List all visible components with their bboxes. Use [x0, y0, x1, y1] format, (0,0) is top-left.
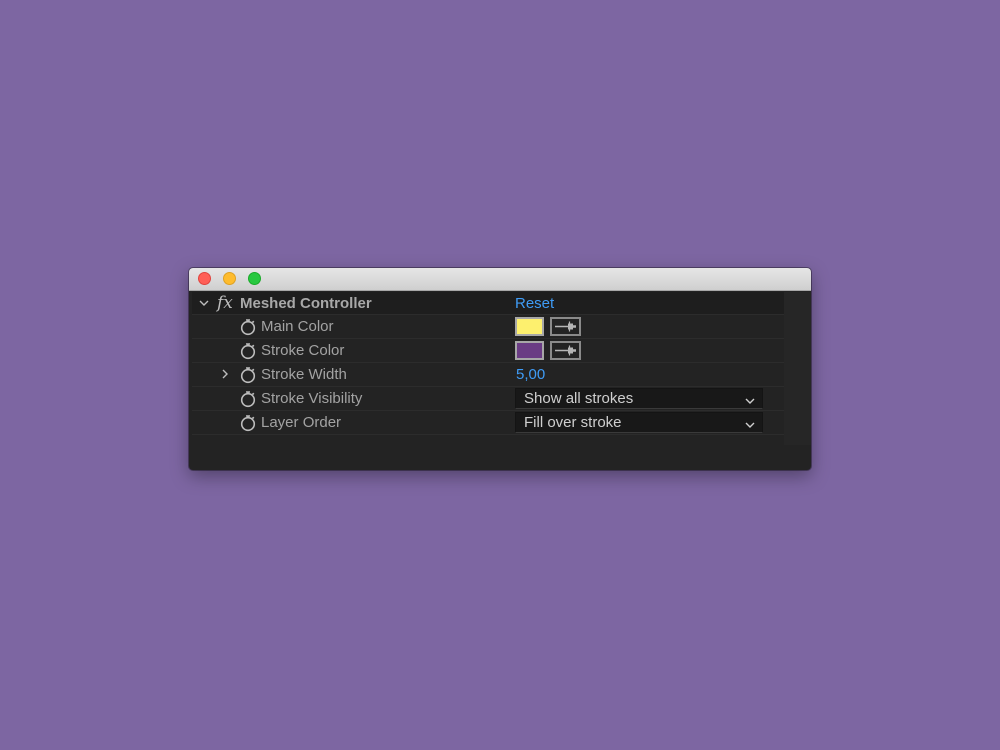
stopwatch-icon[interactable]: [240, 390, 256, 408]
eyedropper-icon[interactable]: [550, 341, 581, 360]
stroke-visibility-dropdown[interactable]: Show all strokes: [515, 388, 763, 409]
property-row-stroke-visibility: Stroke Visibility Show all strokes: [192, 387, 784, 411]
chevron-right-icon[interactable]: [219, 368, 231, 380]
stopwatch-icon[interactable]: [240, 414, 256, 432]
window-minimize-button[interactable]: [223, 272, 236, 285]
effect-controls-window: fx Meshed Controller Reset Main Color St…: [189, 268, 811, 470]
reset-button[interactable]: Reset: [515, 295, 554, 312]
fx-icon[interactable]: fx: [217, 293, 233, 313]
dropdown-selected-value: Show all strokes: [524, 390, 634, 407]
property-row-layer-order: Layer Order Fill over stroke: [192, 411, 784, 435]
chevron-down-icon: [744, 393, 756, 404]
property-row-stroke-color: Stroke Color: [192, 339, 784, 363]
property-label: Stroke Color: [261, 342, 345, 359]
stopwatch-icon[interactable]: [240, 318, 256, 336]
effect-name: Meshed Controller: [240, 295, 372, 312]
main-color-swatch[interactable]: [515, 317, 544, 336]
stopwatch-icon[interactable]: [240, 342, 256, 360]
window-titlebar[interactable]: [189, 268, 811, 291]
effect-header-row: fx Meshed Controller Reset: [192, 292, 784, 315]
eyedropper-icon[interactable]: [550, 317, 581, 336]
dropdown-selected-value: Fill over stroke: [524, 414, 622, 431]
stopwatch-icon[interactable]: [240, 366, 256, 384]
chevron-down-icon[interactable]: [198, 297, 210, 309]
window-close-button[interactable]: [198, 272, 211, 285]
property-label: Stroke Width: [261, 366, 347, 383]
property-label: Stroke Visibility: [261, 390, 363, 407]
panel-scroll-gutter: [784, 292, 811, 445]
property-row-stroke-width: Stroke Width 5,00: [192, 363, 784, 387]
property-label: Layer Order: [261, 414, 342, 431]
chevron-down-icon: [744, 417, 756, 428]
stroke-color-swatch[interactable]: [515, 341, 544, 360]
window-zoom-button[interactable]: [248, 272, 261, 285]
stroke-width-value[interactable]: 5,00: [516, 366, 545, 383]
layer-order-dropdown[interactable]: Fill over stroke: [515, 412, 763, 433]
property-label: Main Color: [261, 318, 334, 335]
property-row-main-color: Main Color: [192, 315, 784, 339]
effect-controls-panel: fx Meshed Controller Reset Main Color St…: [192, 292, 784, 435]
